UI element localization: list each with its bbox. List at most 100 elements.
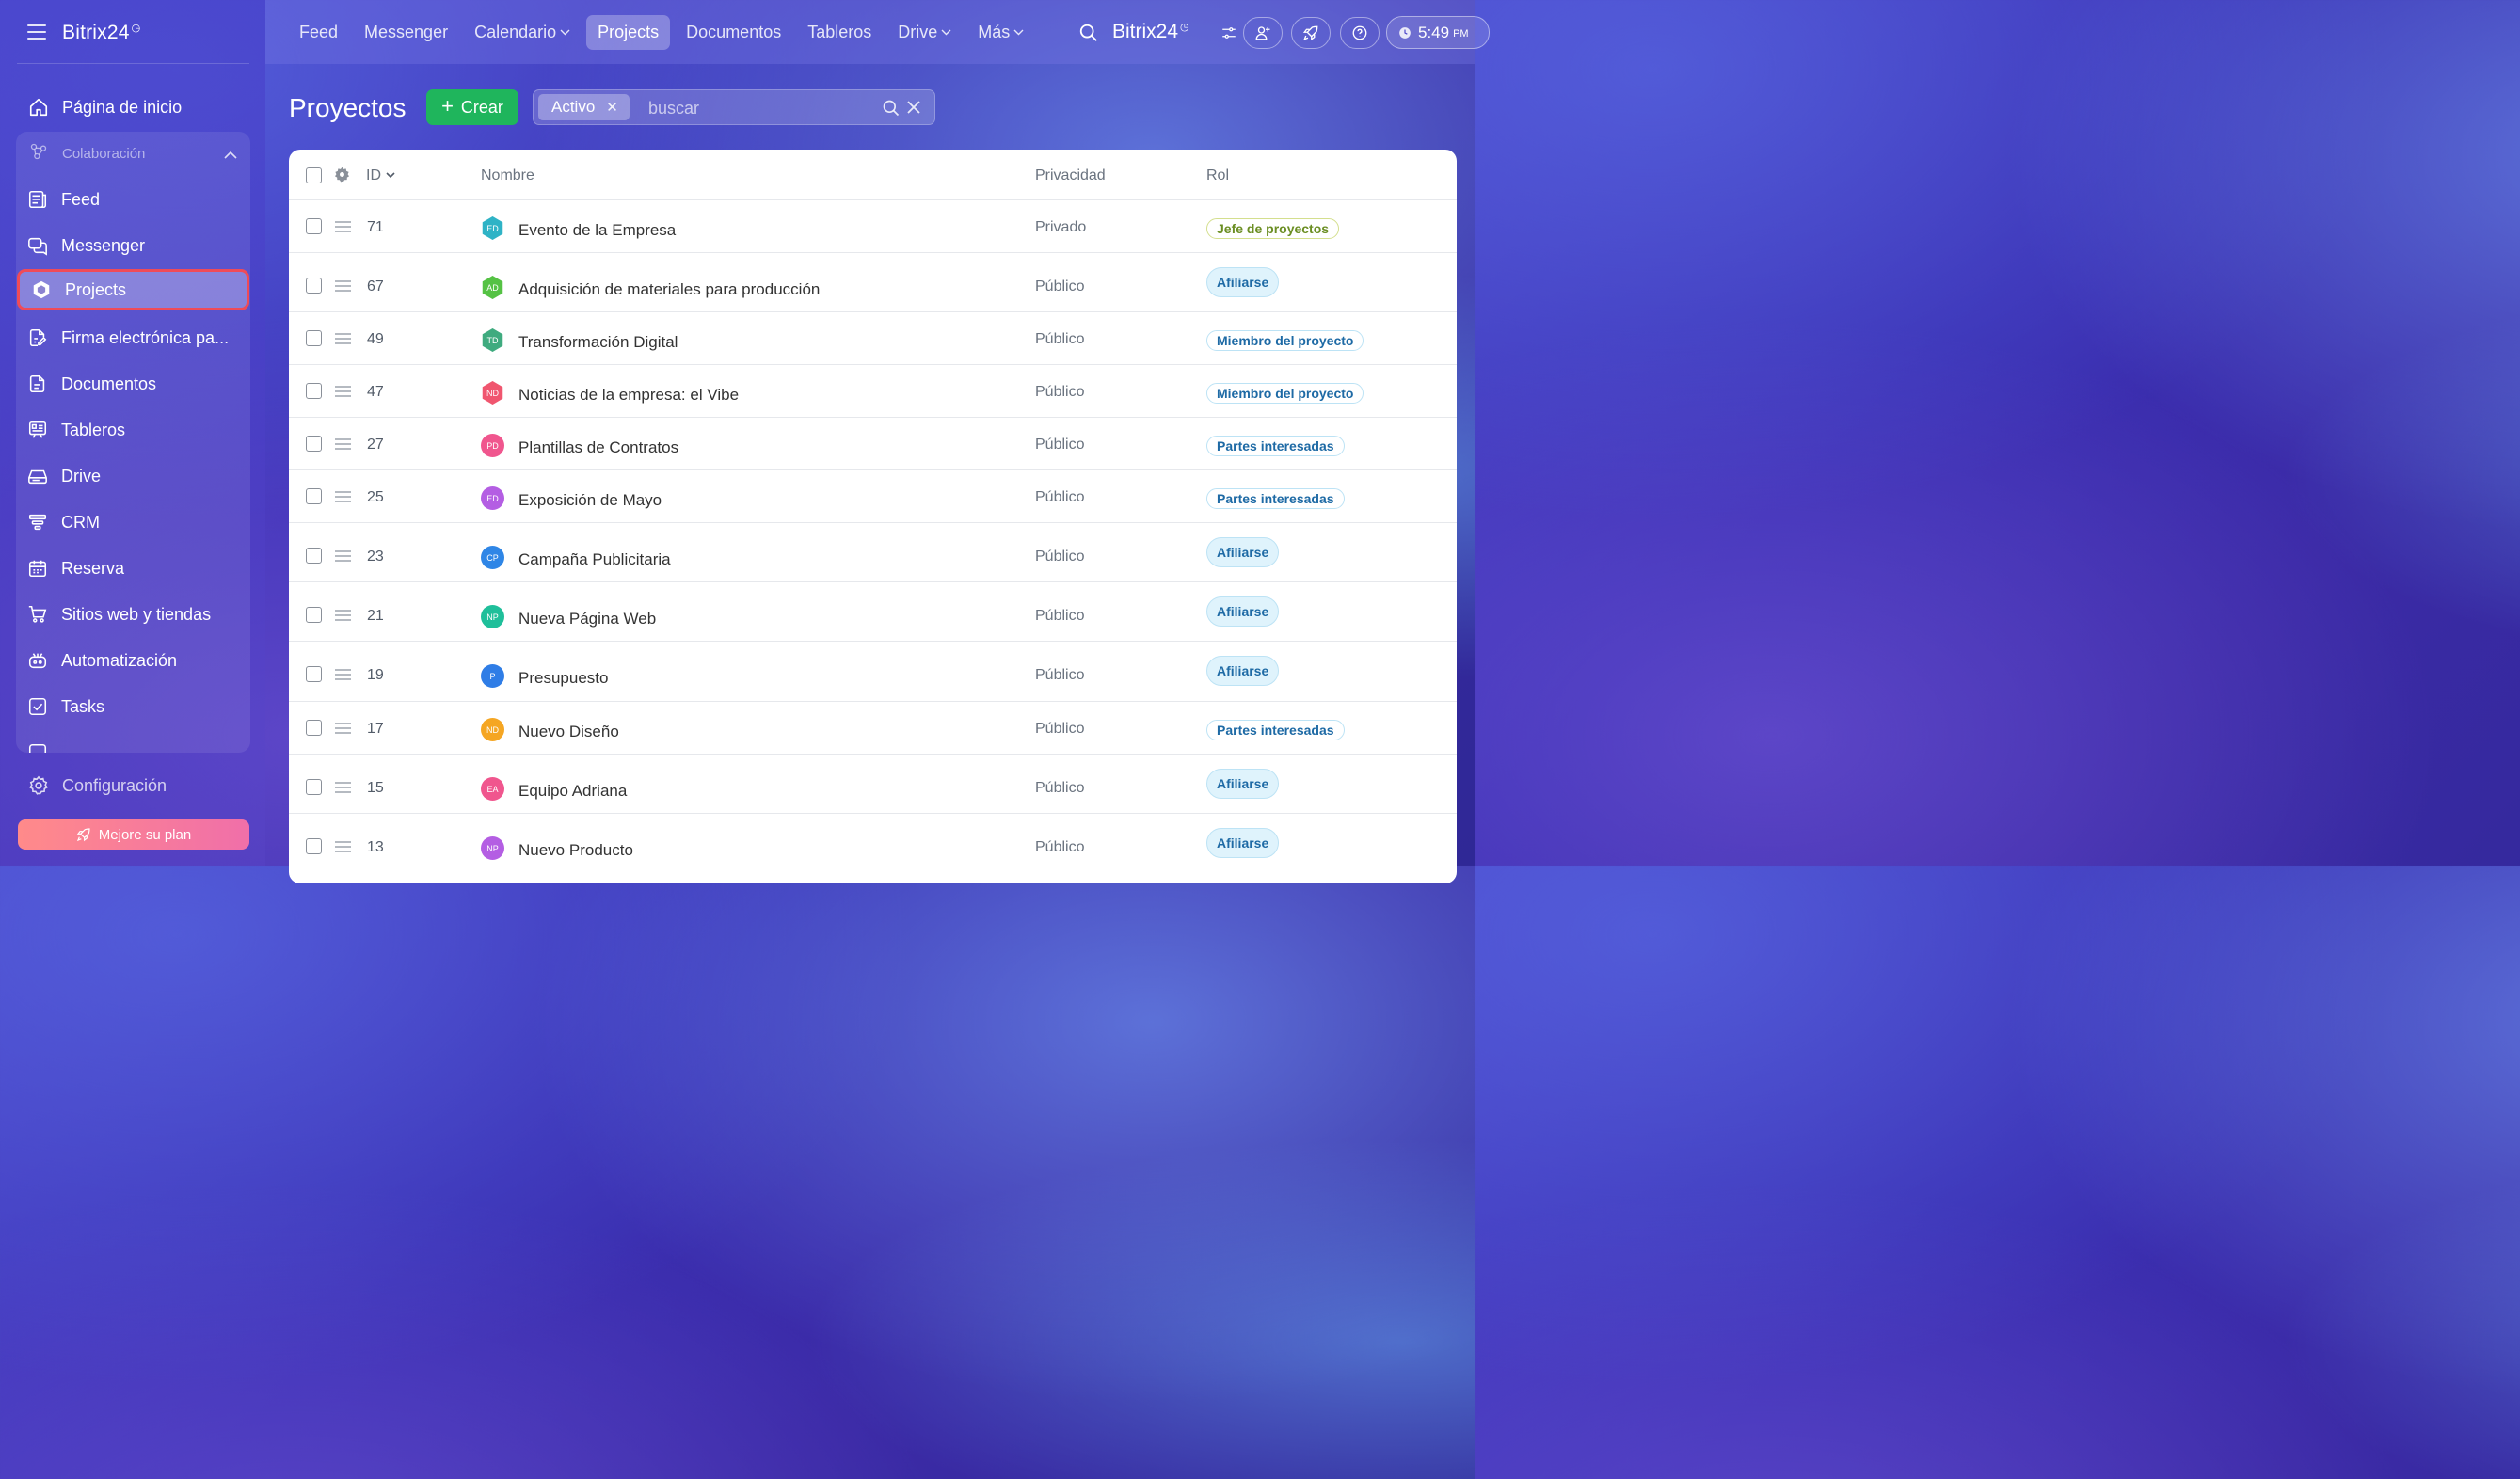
search-icon[interactable] (882, 99, 901, 122)
project-name-link[interactable]: Equipo Adriana (518, 782, 627, 801)
row-checkbox[interactable] (306, 488, 322, 504)
row-checkbox[interactable] (306, 548, 322, 564)
help-button[interactable] (1340, 17, 1380, 49)
project-name-link[interactable]: Nueva Página Web (518, 610, 656, 628)
clear-search-icon[interactable] (906, 100, 921, 119)
project-name-link[interactable]: Nuevo Diseño (518, 723, 619, 741)
search-input[interactable] (648, 95, 874, 121)
brand-logo[interactable]: Bitrix24 ◷ (1112, 21, 1189, 43)
project-name-link[interactable]: Adquisición de materiales para producció… (518, 280, 820, 299)
drag-handle-icon[interactable] (335, 280, 351, 294)
project-name-link[interactable]: Exposición de Mayo (518, 491, 662, 510)
join-button[interactable]: Afiliarse (1206, 596, 1280, 627)
project-avatar[interactable]: ED (482, 216, 503, 240)
row-checkbox[interactable] (306, 278, 322, 294)
project-avatar[interactable]: AD (482, 276, 503, 299)
drag-handle-icon[interactable] (335, 610, 351, 624)
join-button[interactable]: Afiliarse (1206, 656, 1280, 686)
sidebar-item-automation[interactable]: Automatización (16, 640, 250, 681)
sidebar-item-booking[interactable]: Reserva (16, 548, 250, 589)
nav-item-boards[interactable]: Tableros (794, 15, 885, 50)
drag-handle-icon[interactable] (335, 841, 351, 855)
project-avatar[interactable]: ND (482, 381, 503, 405)
drag-handle-icon[interactable] (335, 782, 351, 796)
sidebar-item-drive[interactable]: Drive (16, 455, 250, 497)
clock-button[interactable]: 5:49 PM (1386, 16, 1490, 49)
column-header-privacy[interactable]: Privacidad (1035, 167, 1106, 184)
row-checkbox[interactable] (306, 607, 322, 623)
sidebar-item-boards[interactable]: Tableros (16, 409, 250, 451)
row-checkbox[interactable] (306, 436, 322, 452)
project-avatar[interactable]: TD (482, 328, 503, 352)
sidebar-item-signature[interactable]: Firma electrónica pa... (16, 317, 250, 358)
nav-item-more[interactable]: Más (965, 15, 1037, 50)
project-avatar[interactable]: NP (481, 605, 504, 628)
sidebar-group-header[interactable]: Colaboración (16, 132, 250, 175)
sidebar-item-projects[interactable]: Projects (17, 269, 249, 310)
table-row[interactable]: 17 ND Nuevo Diseño Público Partes interesada… (289, 702, 1457, 755)
join-button[interactable]: Afiliarse (1206, 537, 1280, 567)
sidebar-item-home[interactable]: Página de inicio (17, 87, 249, 128)
table-row[interactable]: 47 ND Noticias de la empresa: el Vibe Públi… (289, 365, 1457, 418)
project-avatar[interactable]: P (481, 664, 504, 688)
project-avatar[interactable]: ND (481, 718, 504, 741)
filter-search-bar[interactable]: Activo ✕ (533, 89, 935, 125)
column-header-id[interactable]: ID (366, 167, 395, 184)
drag-handle-icon[interactable] (335, 438, 351, 453)
table-row[interactable]: 13 NP Nuevo Producto Público Afiliarse (289, 814, 1457, 883)
column-header-name[interactable]: Nombre (481, 167, 534, 184)
row-checkbox[interactable] (306, 779, 322, 795)
project-name-link[interactable]: Evento de la Empresa (518, 221, 676, 240)
select-all-checkbox[interactable] (306, 167, 322, 183)
row-checkbox[interactable] (306, 330, 322, 346)
chevron-up-icon[interactable] (224, 147, 237, 164)
sidebar-item-cutoff[interactable] (16, 732, 250, 753)
nav-item-documents[interactable]: Documentos (673, 15, 794, 50)
project-name-link[interactable]: Presupuesto (518, 669, 608, 688)
drag-handle-icon[interactable] (335, 550, 351, 565)
project-avatar[interactable]: ED (481, 486, 504, 510)
nav-item-messenger[interactable]: Messenger (351, 15, 461, 50)
project-name-link[interactable]: Plantillas de Contratos (518, 438, 678, 457)
join-button[interactable]: Afiliarse (1206, 267, 1280, 297)
drag-handle-icon[interactable] (335, 221, 351, 235)
table-row[interactable]: 19 P Presupuesto Público Afiliarse (289, 642, 1457, 702)
row-checkbox[interactable] (306, 666, 322, 682)
project-avatar[interactable]: CP (481, 546, 504, 569)
row-checkbox[interactable] (306, 838, 322, 854)
drag-handle-icon[interactable] (335, 669, 351, 683)
rocket-button[interactable] (1291, 17, 1331, 49)
nav-item-calendar[interactable]: Calendario (461, 15, 583, 50)
sidebar-item-documents[interactable]: Documentos (16, 363, 250, 405)
project-avatar[interactable]: PD (481, 434, 504, 457)
column-header-role[interactable]: Rol (1206, 167, 1229, 184)
row-checkbox[interactable] (306, 218, 322, 234)
filter-chip-active[interactable]: Activo ✕ (538, 94, 630, 120)
gear-icon[interactable] (334, 167, 350, 187)
sidebar-item-messenger[interactable]: Messenger (16, 225, 250, 266)
join-button[interactable]: Afiliarse (1206, 769, 1280, 799)
project-avatar[interactable]: EA (481, 777, 504, 801)
nav-item-projects[interactable]: Projects (586, 15, 671, 50)
table-row[interactable]: 15 EA Equipo Adriana Público Afiliarse (289, 755, 1457, 814)
logo[interactable]: Bitrix24 ◷ (62, 22, 140, 44)
sliders-icon[interactable] (1220, 24, 1237, 46)
sidebar-item-sites[interactable]: Sitios web y tiendas (16, 594, 250, 635)
project-avatar[interactable]: NP (481, 836, 504, 860)
join-button[interactable]: Afiliarse (1206, 828, 1280, 858)
drag-handle-icon[interactable] (335, 386, 351, 400)
search-icon[interactable] (1078, 23, 1099, 48)
table-row[interactable]: 49 TD Transformación Digital Público Miembro… (289, 312, 1457, 365)
table-row[interactable]: 23 CP Campaña Publicitaria Público Afiliarse (289, 523, 1457, 582)
sidebar-item-tasks[interactable]: Tasks (16, 686, 250, 727)
create-button[interactable]: + Crear (426, 89, 518, 125)
sidebar-item-settings[interactable]: Configuración (17, 765, 249, 806)
drag-handle-icon[interactable] (335, 333, 351, 347)
upgrade-plan-button[interactable]: Mejore su plan (18, 819, 249, 850)
menu-icon[interactable] (27, 24, 46, 40)
row-checkbox[interactable] (306, 720, 322, 736)
project-name-link[interactable]: Campaña Publicitaria (518, 550, 671, 569)
nav-item-feed[interactable]: Feed (286, 15, 351, 50)
remove-filter-icon[interactable]: ✕ (606, 99, 618, 116)
project-name-link[interactable]: Nuevo Producto (518, 841, 633, 860)
